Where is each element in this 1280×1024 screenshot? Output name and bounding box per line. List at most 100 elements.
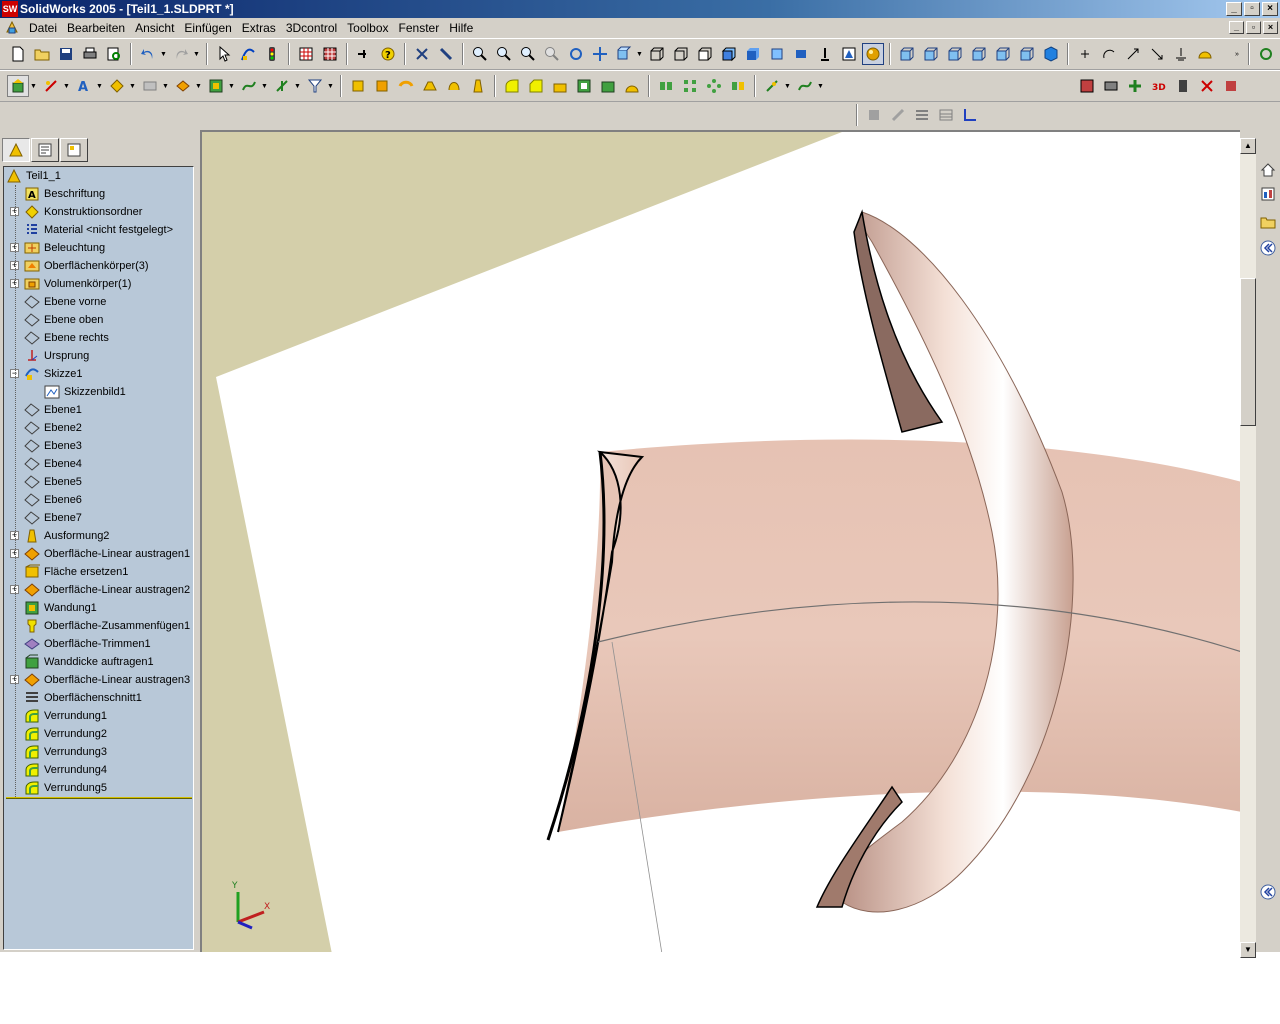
feature-tool-button[interactable] bbox=[435, 43, 457, 65]
menu-item-3[interactable]: Einfügen bbox=[179, 18, 236, 38]
annotations-button[interactable]: A bbox=[73, 75, 95, 97]
tree-item-34[interactable]: Verrundung5 bbox=[24, 779, 107, 797]
origin-toggle-button[interactable] bbox=[959, 104, 981, 126]
tree-item-6[interactable]: + Volumenkörper(1) bbox=[10, 275, 131, 293]
curve-pattern-button[interactable] bbox=[727, 75, 749, 97]
sketch-tools-dropdown-icon[interactable]: ▼ bbox=[63, 75, 70, 97]
surfaces-dropdown-icon[interactable]: ▼ bbox=[195, 75, 202, 97]
menu-item-5[interactable]: 3Dcontrol bbox=[281, 18, 342, 38]
maximize-button[interactable]: ▫ bbox=[1244, 2, 1260, 16]
surface-button[interactable] bbox=[863, 104, 885, 126]
open-button[interactable] bbox=[31, 43, 53, 65]
line-down-button[interactable] bbox=[1146, 43, 1168, 65]
revolve-button[interactable] bbox=[371, 75, 393, 97]
menu-item-1[interactable]: Bearbeiten bbox=[62, 18, 130, 38]
mate-button[interactable] bbox=[1124, 75, 1146, 97]
selection-filter-dropdown-icon[interactable]: ▼ bbox=[327, 75, 334, 97]
annotations-dropdown-icon[interactable]: ▼ bbox=[96, 75, 103, 97]
tree-item-33[interactable]: Verrundung4 bbox=[24, 761, 107, 779]
expand-task-pane-button[interactable] bbox=[1258, 882, 1278, 902]
chamfer-button[interactable] bbox=[525, 75, 547, 97]
tree-item-9[interactable]: Ebene rechts bbox=[24, 329, 109, 347]
rotate-button[interactable] bbox=[565, 43, 587, 65]
new-button[interactable] bbox=[7, 43, 29, 65]
tree-item-8[interactable]: Ebene oben bbox=[24, 311, 103, 329]
tree-item-28[interactable]: + Oberfläche-Linear austragen3 bbox=[10, 671, 190, 689]
stripes-button[interactable] bbox=[911, 104, 933, 126]
exploded-view-button[interactable] bbox=[1100, 75, 1122, 97]
front-view-button[interactable] bbox=[896, 43, 918, 65]
tree-item-27[interactable]: Wanddicke auftragen1 bbox=[24, 653, 154, 671]
menu-item-6[interactable]: Toolbox bbox=[342, 18, 393, 38]
trim-surface-button[interactable] bbox=[887, 104, 909, 126]
scroll-up-icon[interactable]: ▲ bbox=[1240, 138, 1256, 154]
thicken-button[interactable] bbox=[597, 75, 619, 97]
undo-dropdown-icon[interactable]: ▼ bbox=[160, 43, 167, 65]
linear-pattern-button[interactable] bbox=[679, 75, 701, 97]
design-library-button[interactable] bbox=[1258, 184, 1278, 204]
simulation-button[interactable] bbox=[1196, 75, 1218, 97]
scroll-down-icon[interactable]: ▼ bbox=[1240, 942, 1256, 958]
section-view-button[interactable] bbox=[790, 43, 812, 65]
tree-item-32[interactable]: Verrundung3 bbox=[24, 743, 107, 761]
curves-dropdown-icon[interactable]: ▼ bbox=[261, 75, 268, 97]
drawing-button[interactable] bbox=[139, 75, 161, 97]
bottom-view-button[interactable] bbox=[1016, 43, 1038, 65]
split-line-dropdown-icon[interactable]: ▼ bbox=[817, 75, 824, 97]
tree-item-25[interactable]: Oberfläche-Zusammenfügen1 bbox=[24, 617, 190, 635]
wireframe-button[interactable] bbox=[646, 43, 668, 65]
fillet-button[interactable] bbox=[501, 75, 523, 97]
zoom-fit-button[interactable] bbox=[469, 43, 491, 65]
extrude-button[interactable] bbox=[347, 75, 369, 97]
tree-item-11[interactable]: − Skizze1 bbox=[10, 365, 83, 383]
tree-item-10[interactable]: Ursprung bbox=[24, 347, 89, 365]
rollback-bar[interactable] bbox=[6, 797, 192, 799]
line-up-button[interactable] bbox=[1122, 43, 1144, 65]
tree-item-22[interactable]: Fläche ersetzen1 bbox=[24, 563, 128, 581]
arc-button[interactable] bbox=[1098, 43, 1120, 65]
surfaces-button[interactable] bbox=[172, 75, 194, 97]
select-button[interactable] bbox=[213, 43, 235, 65]
view-orientation-dropdown-icon[interactable]: ▼ bbox=[636, 43, 643, 65]
boundary-button[interactable] bbox=[443, 75, 465, 97]
doc-close-button[interactable]: × bbox=[1263, 21, 1278, 34]
view-orientation-button[interactable] bbox=[613, 43, 635, 65]
doc-minimize-button[interactable]: _ bbox=[1229, 21, 1244, 34]
mirror-button[interactable] bbox=[655, 75, 677, 97]
toolbox-button[interactable] bbox=[1172, 75, 1194, 97]
doc-restore-button[interactable]: ▫ bbox=[1246, 21, 1261, 34]
circular-pattern-button[interactable] bbox=[703, 75, 725, 97]
molds-dropdown-icon[interactable]: ▼ bbox=[228, 75, 235, 97]
right-view-button[interactable] bbox=[968, 43, 990, 65]
print-preview-button[interactable] bbox=[103, 43, 125, 65]
features-button[interactable] bbox=[7, 75, 29, 97]
rib-button[interactable] bbox=[549, 75, 571, 97]
sketch-entities-dropdown-icon[interactable]: ▼ bbox=[294, 75, 301, 97]
menu-item-0[interactable]: Datei bbox=[24, 18, 62, 38]
left-view-button[interactable] bbox=[944, 43, 966, 65]
reference-point-button[interactable] bbox=[761, 75, 783, 97]
tree-item-17[interactable]: Ebene5 bbox=[24, 473, 82, 491]
dome-button[interactable] bbox=[621, 75, 643, 97]
tree-item-12[interactable]: Skizzenbild1 bbox=[44, 383, 126, 401]
menu-item-2[interactable]: Ansicht bbox=[130, 18, 179, 38]
reference-point-dropdown-icon[interactable]: ▼ bbox=[784, 75, 791, 97]
zoom-selection-button[interactable] bbox=[541, 43, 563, 65]
molds-button[interactable] bbox=[205, 75, 227, 97]
collapse-task-pane-button[interactable] bbox=[1258, 238, 1278, 258]
tree-item-21[interactable]: + Oberfläche-Linear austragen1 bbox=[10, 545, 190, 563]
rebuild-button[interactable] bbox=[237, 43, 259, 65]
tree-item-1[interactable]: A Beschriftung bbox=[24, 185, 105, 203]
selection-filter-button[interactable] bbox=[304, 75, 326, 97]
tree-item-3[interactable]: Material <nicht festgelegt> bbox=[24, 221, 173, 239]
reference-geometry-button[interactable] bbox=[106, 75, 128, 97]
isometric-view-button[interactable] bbox=[1040, 43, 1062, 65]
point-button[interactable] bbox=[1074, 43, 1096, 65]
tree-item-29[interactable]: Oberflächenschnitt1 bbox=[24, 689, 142, 707]
shaded-button[interactable] bbox=[742, 43, 764, 65]
pan-button[interactable] bbox=[589, 43, 611, 65]
top-view-button[interactable] bbox=[992, 43, 1014, 65]
tab-feature-manager[interactable] bbox=[2, 138, 30, 162]
file-explorer-button[interactable] bbox=[1258, 212, 1278, 232]
shadows-button[interactable] bbox=[766, 43, 788, 65]
